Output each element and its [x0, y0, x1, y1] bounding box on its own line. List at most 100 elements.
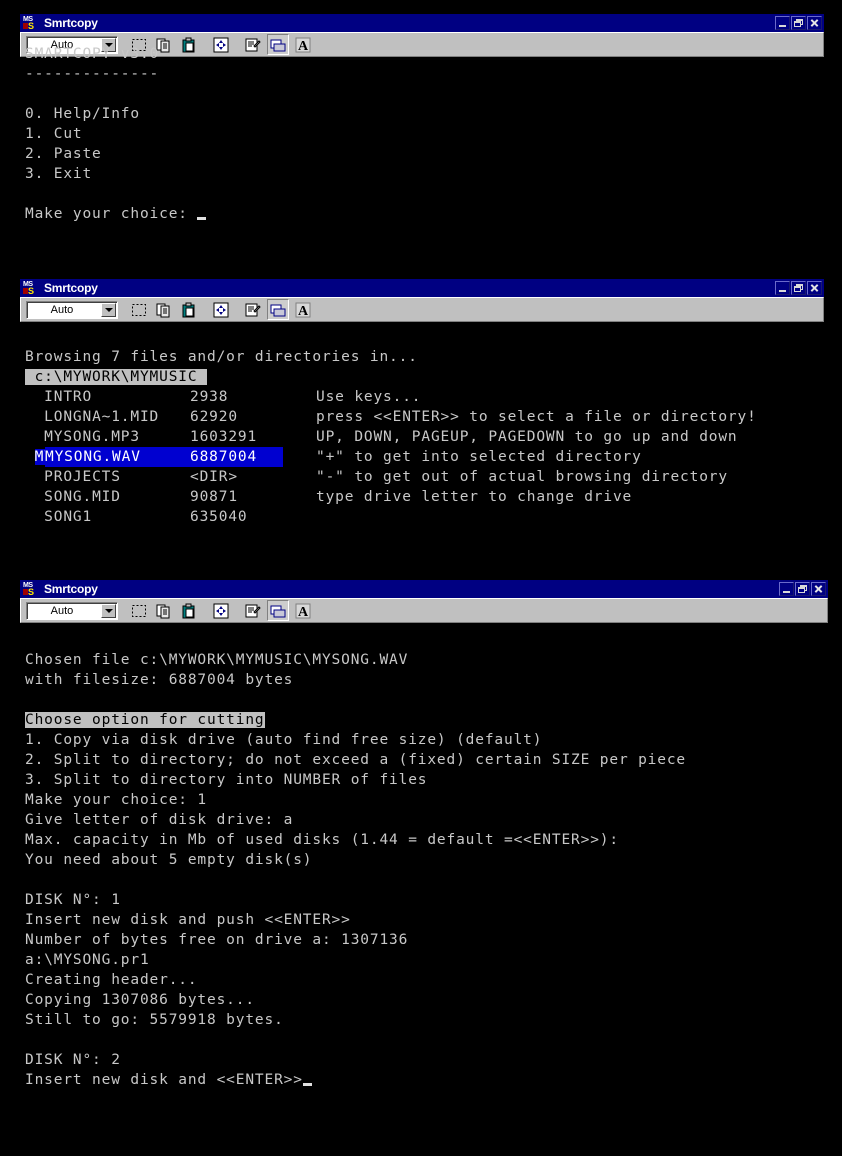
option-line[interactable]: 3. Split to directory into NUMBER of fil… — [25, 772, 427, 788]
minimize-button[interactable] — [775, 281, 790, 295]
console-prompt: Make your choice: — [25, 206, 197, 222]
font-icon[interactable]: A — [292, 299, 314, 320]
prompt-line: Give letter of disk drive: a — [25, 812, 293, 828]
prompt-line: Max. capacity in Mb of used disks (1.44 … — [25, 832, 619, 848]
background-icon[interactable] — [267, 600, 289, 621]
restore-button[interactable] — [795, 582, 810, 596]
console-line: 1. Cut — [25, 126, 82, 142]
msdos-program-icon: MS S — [23, 281, 39, 295]
font-size-value: Auto — [27, 304, 101, 316]
svg-text:A: A — [298, 605, 309, 619]
disk-line: a:\MYSONG.pr1 — [25, 952, 150, 968]
file-row[interactable]: LONGNA~1.MID — [25, 409, 159, 425]
file-name: PROJECTS — [44, 469, 121, 485]
chevron-down-icon[interactable] — [101, 303, 116, 317]
disk-line: Still to go: 5579918 bytes. — [25, 1012, 284, 1028]
option-header: Choose option for cutting — [25, 712, 265, 728]
toolbar: Auto — [20, 297, 824, 322]
file-size: 635040 — [190, 509, 247, 525]
file-size: 2938 — [190, 389, 228, 405]
option-line[interactable]: 2. Split to directory; do not exceed a (… — [25, 752, 686, 768]
file-size: 90871 — [190, 489, 238, 505]
console-window-browser: MS S Smrtcopy Auto — [20, 279, 824, 322]
font-size-value: Auto — [27, 605, 101, 617]
help-line: "+" to get into selected directory — [316, 449, 642, 465]
paste-icon[interactable] — [178, 299, 200, 320]
copy-icon[interactable] — [153, 299, 175, 320]
msdos-program-icon: MS S — [23, 16, 39, 30]
fullscreen-icon[interactable] — [210, 34, 232, 55]
chevron-down-icon[interactable] — [101, 604, 116, 618]
close-button[interactable] — [811, 582, 826, 596]
selected-file-row[interactable]: MYSONG.WAV — [25, 447, 141, 467]
disk-line: DISK N°: 2 — [25, 1052, 121, 1068]
file-row[interactable]: SONG1 — [25, 509, 92, 525]
file-name: MYSONG.MP3 — [44, 429, 140, 445]
selected-file-size: 6887004 — [190, 447, 257, 467]
console-window-cutting: MS S Smrtcopy Auto — [20, 580, 828, 623]
selected-file-name: MYSONG.WAV — [45, 449, 141, 465]
file-name: SONG1 — [44, 509, 92, 525]
paste-icon[interactable] — [178, 600, 200, 621]
close-button[interactable] — [807, 281, 822, 295]
help-line: type drive letter to change drive — [316, 489, 632, 505]
restore-button[interactable] — [791, 16, 806, 30]
help-line: press <<ENTER>> to select a file or dire… — [316, 409, 757, 425]
file-size: <DIR> — [190, 469, 238, 485]
file-row[interactable]: MYSONG.MP3 — [25, 429, 140, 445]
file-row[interactable]: SONG.MID — [25, 489, 121, 505]
option-line[interactable]: 1. Copy via disk drive (auto find free s… — [25, 732, 542, 748]
titlebar-left: MS S Smrtcopy — [23, 16, 775, 30]
disk-line: Insert new disk and push <<ENTER>> — [25, 912, 351, 928]
properties-icon[interactable] — [242, 299, 264, 320]
text-cursor — [197, 217, 206, 220]
text-cursor — [303, 1083, 312, 1086]
console-line: SMARTCOPY v3.0 — [25, 46, 159, 62]
mark-icon[interactable] — [128, 299, 150, 320]
console-line: 0. Help/Info — [25, 106, 140, 122]
background-icon[interactable] — [267, 299, 289, 320]
titlebar[interactable]: MS S Smrtcopy — [20, 279, 824, 297]
font-size-combo[interactable]: Auto — [26, 602, 118, 620]
restore-button[interactable] — [791, 281, 806, 295]
prompt-line: Make your choice: 1 — [25, 792, 207, 808]
font-icon[interactable]: A — [292, 600, 314, 621]
fullscreen-icon[interactable] — [210, 299, 232, 320]
file-row[interactable]: INTRO — [25, 389, 92, 405]
help-line: "-" to get out of actual browsing direct… — [316, 469, 728, 485]
window-title: Smrtcopy — [44, 16, 98, 30]
close-button[interactable] — [807, 16, 822, 30]
window-title: Smrtcopy — [44, 582, 98, 596]
properties-icon[interactable] — [242, 34, 264, 55]
properties-icon[interactable] — [242, 600, 264, 621]
file-row[interactable]: PROJECTS — [25, 469, 121, 485]
console-line: 3. Exit — [25, 166, 92, 182]
mark-icon[interactable] — [128, 600, 150, 621]
toolbar: Auto — [20, 598, 828, 623]
titlebar[interactable]: MS S Smrtcopy — [20, 580, 828, 598]
copy-icon[interactable] — [153, 600, 175, 621]
console-output-3: Chosen file c:\MYWORK\MYMUSIC\MYSONG.WAV… — [25, 650, 686, 1090]
disk-prompt: Insert new disk and <<ENTER>> — [25, 1072, 303, 1088]
msdos-program-icon: MS S — [23, 582, 39, 596]
file-size: 1603291 — [190, 429, 257, 445]
console-line: 2. Paste — [25, 146, 102, 162]
window-controls — [779, 582, 826, 596]
font-size-combo[interactable]: Auto — [26, 301, 118, 319]
fullscreen-icon[interactable] — [210, 600, 232, 621]
minimize-button[interactable] — [775, 16, 790, 30]
browse-header: Browsing 7 files and/or directories in..… — [25, 349, 418, 365]
font-icon[interactable]: A — [292, 34, 314, 55]
background-icon[interactable] — [267, 34, 289, 55]
titlebar[interactable]: MS S Smrtcopy — [20, 14, 824, 32]
help-line: UP, DOWN, PAGEUP, PAGEDOWN to go up and … — [316, 429, 738, 445]
console-output-1: SMARTCOPY v3.0 -------------- 0. Help/In… — [25, 44, 206, 224]
file-name: INTRO — [44, 389, 92, 405]
current-path: c:\MYWORK\MYMUSIC — [25, 369, 207, 385]
minimize-button[interactable] — [779, 582, 794, 596]
console-line: -------------- — [25, 66, 159, 82]
window-controls — [775, 281, 822, 295]
window-controls — [775, 16, 822, 30]
svg-text:A: A — [298, 304, 309, 318]
disk-line: Copying 1307086 bytes... — [25, 992, 255, 1008]
